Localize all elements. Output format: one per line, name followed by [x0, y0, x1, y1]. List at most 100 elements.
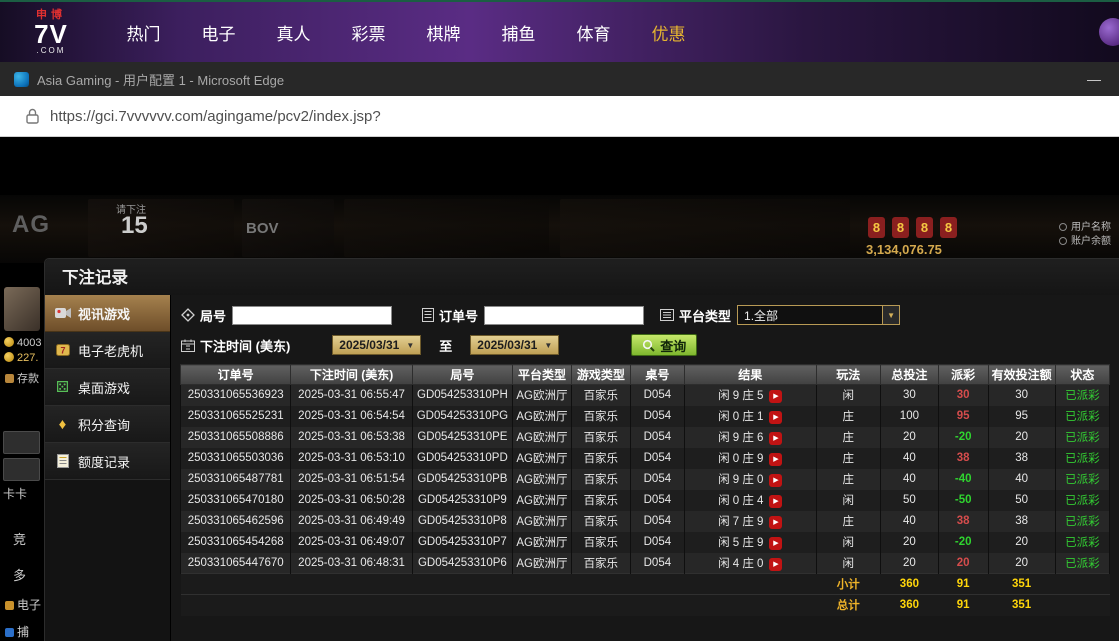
promo-thumbnail[interactable] [3, 431, 40, 454]
menu-item-label: 积分查询 [78, 415, 130, 434]
nav-item-hot[interactable]: 热门 [106, 20, 181, 45]
cell-status: 已派彩 [1055, 469, 1109, 490]
cell-order-no: 250331065462596 [181, 511, 291, 532]
platform-select[interactable]: 1.全部 ▼ [737, 305, 900, 325]
cell-payout: 30 [938, 385, 988, 406]
promo-thumbnail[interactable] [3, 458, 40, 481]
menu-item-credit-records[interactable]: 额度记录 [45, 443, 170, 480]
search-button[interactable]: 查询 [631, 334, 697, 356]
cell-payout: -20 [938, 532, 988, 553]
search-button-label: 查询 [660, 336, 686, 355]
order-input[interactable] [484, 306, 644, 325]
total-spacer [181, 595, 817, 616]
cell-bet-time: 2025-03-31 06:53:38 [291, 427, 412, 448]
cell-total-bet: 50 [880, 490, 938, 511]
cell-result: 闲 9 庄 6▶ [685, 427, 817, 448]
avatar[interactable] [4, 287, 40, 331]
floating-orb-button[interactable] [1099, 18, 1119, 46]
replay-icon[interactable]: ▶ [769, 474, 782, 487]
subtotal-row: 小计 360 91 351 [181, 574, 1110, 595]
minimize-button[interactable]: — [1083, 71, 1105, 87]
document-icon [54, 454, 71, 468]
replay-icon[interactable]: ▶ [769, 558, 782, 571]
cell-result: 闲 4 庄 0 ▶ [685, 553, 817, 574]
site-logo[interactable]: 申博 7V .COM [18, 10, 84, 55]
jackpot-digit: 8 [868, 217, 885, 238]
table-row: 2503310654542682025-03-31 06:49:07GD0542… [181, 532, 1110, 553]
replay-icon[interactable]: ▶ [769, 495, 782, 508]
menu-item-label: 电子老虎机 [78, 341, 143, 360]
sidebar-item-fishing[interactable]: 捕 [5, 623, 29, 640]
cell-game-type: 百家乐 [571, 448, 630, 469]
cell-round-no: GD054253310PE [412, 427, 512, 448]
modal-side-menu: 视讯游戏 7 电子老虎机 ⚄ 桌面游戏 ♦ 积分查询 [45, 295, 171, 641]
replay-icon[interactable]: ▶ [769, 390, 782, 403]
cell-round-no: GD054253310P6 [412, 553, 512, 574]
bet-table-body: 2503310655369232025-03-31 06:55:47GD0542… [181, 385, 1110, 574]
cell-status: 已派彩 [1055, 532, 1109, 553]
total-status-spacer [1055, 595, 1109, 616]
platform-label: 平台类型 [679, 306, 731, 325]
cell-payout: 95 [938, 406, 988, 427]
bov-text: BOV [246, 220, 279, 237]
date-from-select[interactable]: 2025/03/31 ▼ [332, 335, 421, 355]
calendar-icon [181, 339, 195, 352]
cell-bet-time: 2025-03-31 06:48:31 [291, 553, 412, 574]
round-input[interactable] [232, 306, 392, 325]
cell-order-no: 250331065508886 [181, 427, 291, 448]
col-status: 状态 [1055, 365, 1109, 385]
logo-brand-sub: .COM [18, 47, 84, 55]
bet-records-modal: 下注记录 视讯游戏 7 电子老虎机 ⚄ 桌面游戏 [44, 258, 1119, 641]
cell-table-no: D054 [630, 385, 684, 406]
cell-table-no: D054 [630, 448, 684, 469]
sidebar-balance-2: 227. [4, 352, 38, 364]
order-doc-icon [422, 308, 434, 322]
nav-item-lottery[interactable]: 彩票 [331, 20, 406, 45]
menu-item-points-query[interactable]: ♦ 积分查询 [45, 406, 170, 443]
menu-item-slot-machines[interactable]: 7 电子老虎机 [45, 332, 170, 369]
result-text: 闲 4 庄 0 [718, 558, 763, 570]
modal-title: 下注记录 [45, 259, 1119, 295]
nav-item-slots[interactable]: 电子 [181, 20, 256, 45]
cell-valid-bet: 30 [988, 385, 1055, 406]
replay-icon[interactable]: ▶ [769, 411, 782, 424]
nav-item-promo[interactable]: 优惠 [631, 20, 706, 45]
replay-icon[interactable]: ▶ [769, 516, 782, 529]
nav-item-live[interactable]: 真人 [256, 20, 331, 45]
date-to-select[interactable]: 2025/03/31 ▼ [470, 335, 559, 355]
sidebar-item-multi[interactable]: 多 [13, 565, 26, 584]
sidebar-item-deposit[interactable]: 存款 [5, 370, 39, 386]
result-text: 闲 7 庄 9 [718, 516, 763, 528]
cell-result: 闲 0 庄 9▶ [685, 448, 817, 469]
subtotal-label: 小计 [816, 574, 880, 595]
cell-order-no: 250331065447670 [181, 553, 291, 574]
main-nav: 热门 电子 真人 彩票 棋牌 捕鱼 体育 优惠 [106, 20, 706, 45]
cell-status: 已派彩 [1055, 553, 1109, 574]
platform-select-value: 1.全部 [744, 307, 778, 324]
menu-item-table-games[interactable]: ⚄ 桌面游戏 [45, 369, 170, 406]
nav-item-sports[interactable]: 体育 [556, 20, 631, 45]
sidebar-item-sports[interactable]: 竞 [13, 529, 26, 548]
address-bar[interactable]: https://gci.7vvvvvv.com/agingame/pcv2/in… [0, 96, 1119, 137]
replay-icon[interactable]: ▶ [769, 453, 782, 466]
account-info: 用户名称 账户余额 [1059, 221, 1111, 249]
subtotal-valid-bet: 351 [988, 574, 1055, 595]
cell-total-bet: 20 [880, 553, 938, 574]
table-row: 2503310655030362025-03-31 06:53:10GD0542… [181, 448, 1110, 469]
video-camera-icon [54, 307, 71, 319]
col-table-no: 桌号 [630, 365, 684, 385]
cell-valid-bet: 95 [988, 406, 1055, 427]
replay-icon[interactable]: ▶ [769, 537, 782, 550]
sidebar-item-slots[interactable]: 电子 [5, 596, 41, 613]
sidebar-item-kaka[interactable]: 卡卡 [3, 485, 27, 502]
replay-icon[interactable]: ▶ [769, 432, 782, 445]
col-result: 结果 [685, 365, 817, 385]
nav-item-chess[interactable]: 棋牌 [406, 20, 481, 45]
cell-status: 已派彩 [1055, 490, 1109, 511]
nav-item-fishing[interactable]: 捕鱼 [481, 20, 556, 45]
cell-round-no: GD054253310P7 [412, 532, 512, 553]
cell-table-no: D054 [630, 532, 684, 553]
cell-game-type: 百家乐 [571, 427, 630, 448]
menu-item-live-games[interactable]: 视讯游戏 [45, 295, 170, 332]
cell-result: 闲 0 庄 4▶ [685, 490, 817, 511]
